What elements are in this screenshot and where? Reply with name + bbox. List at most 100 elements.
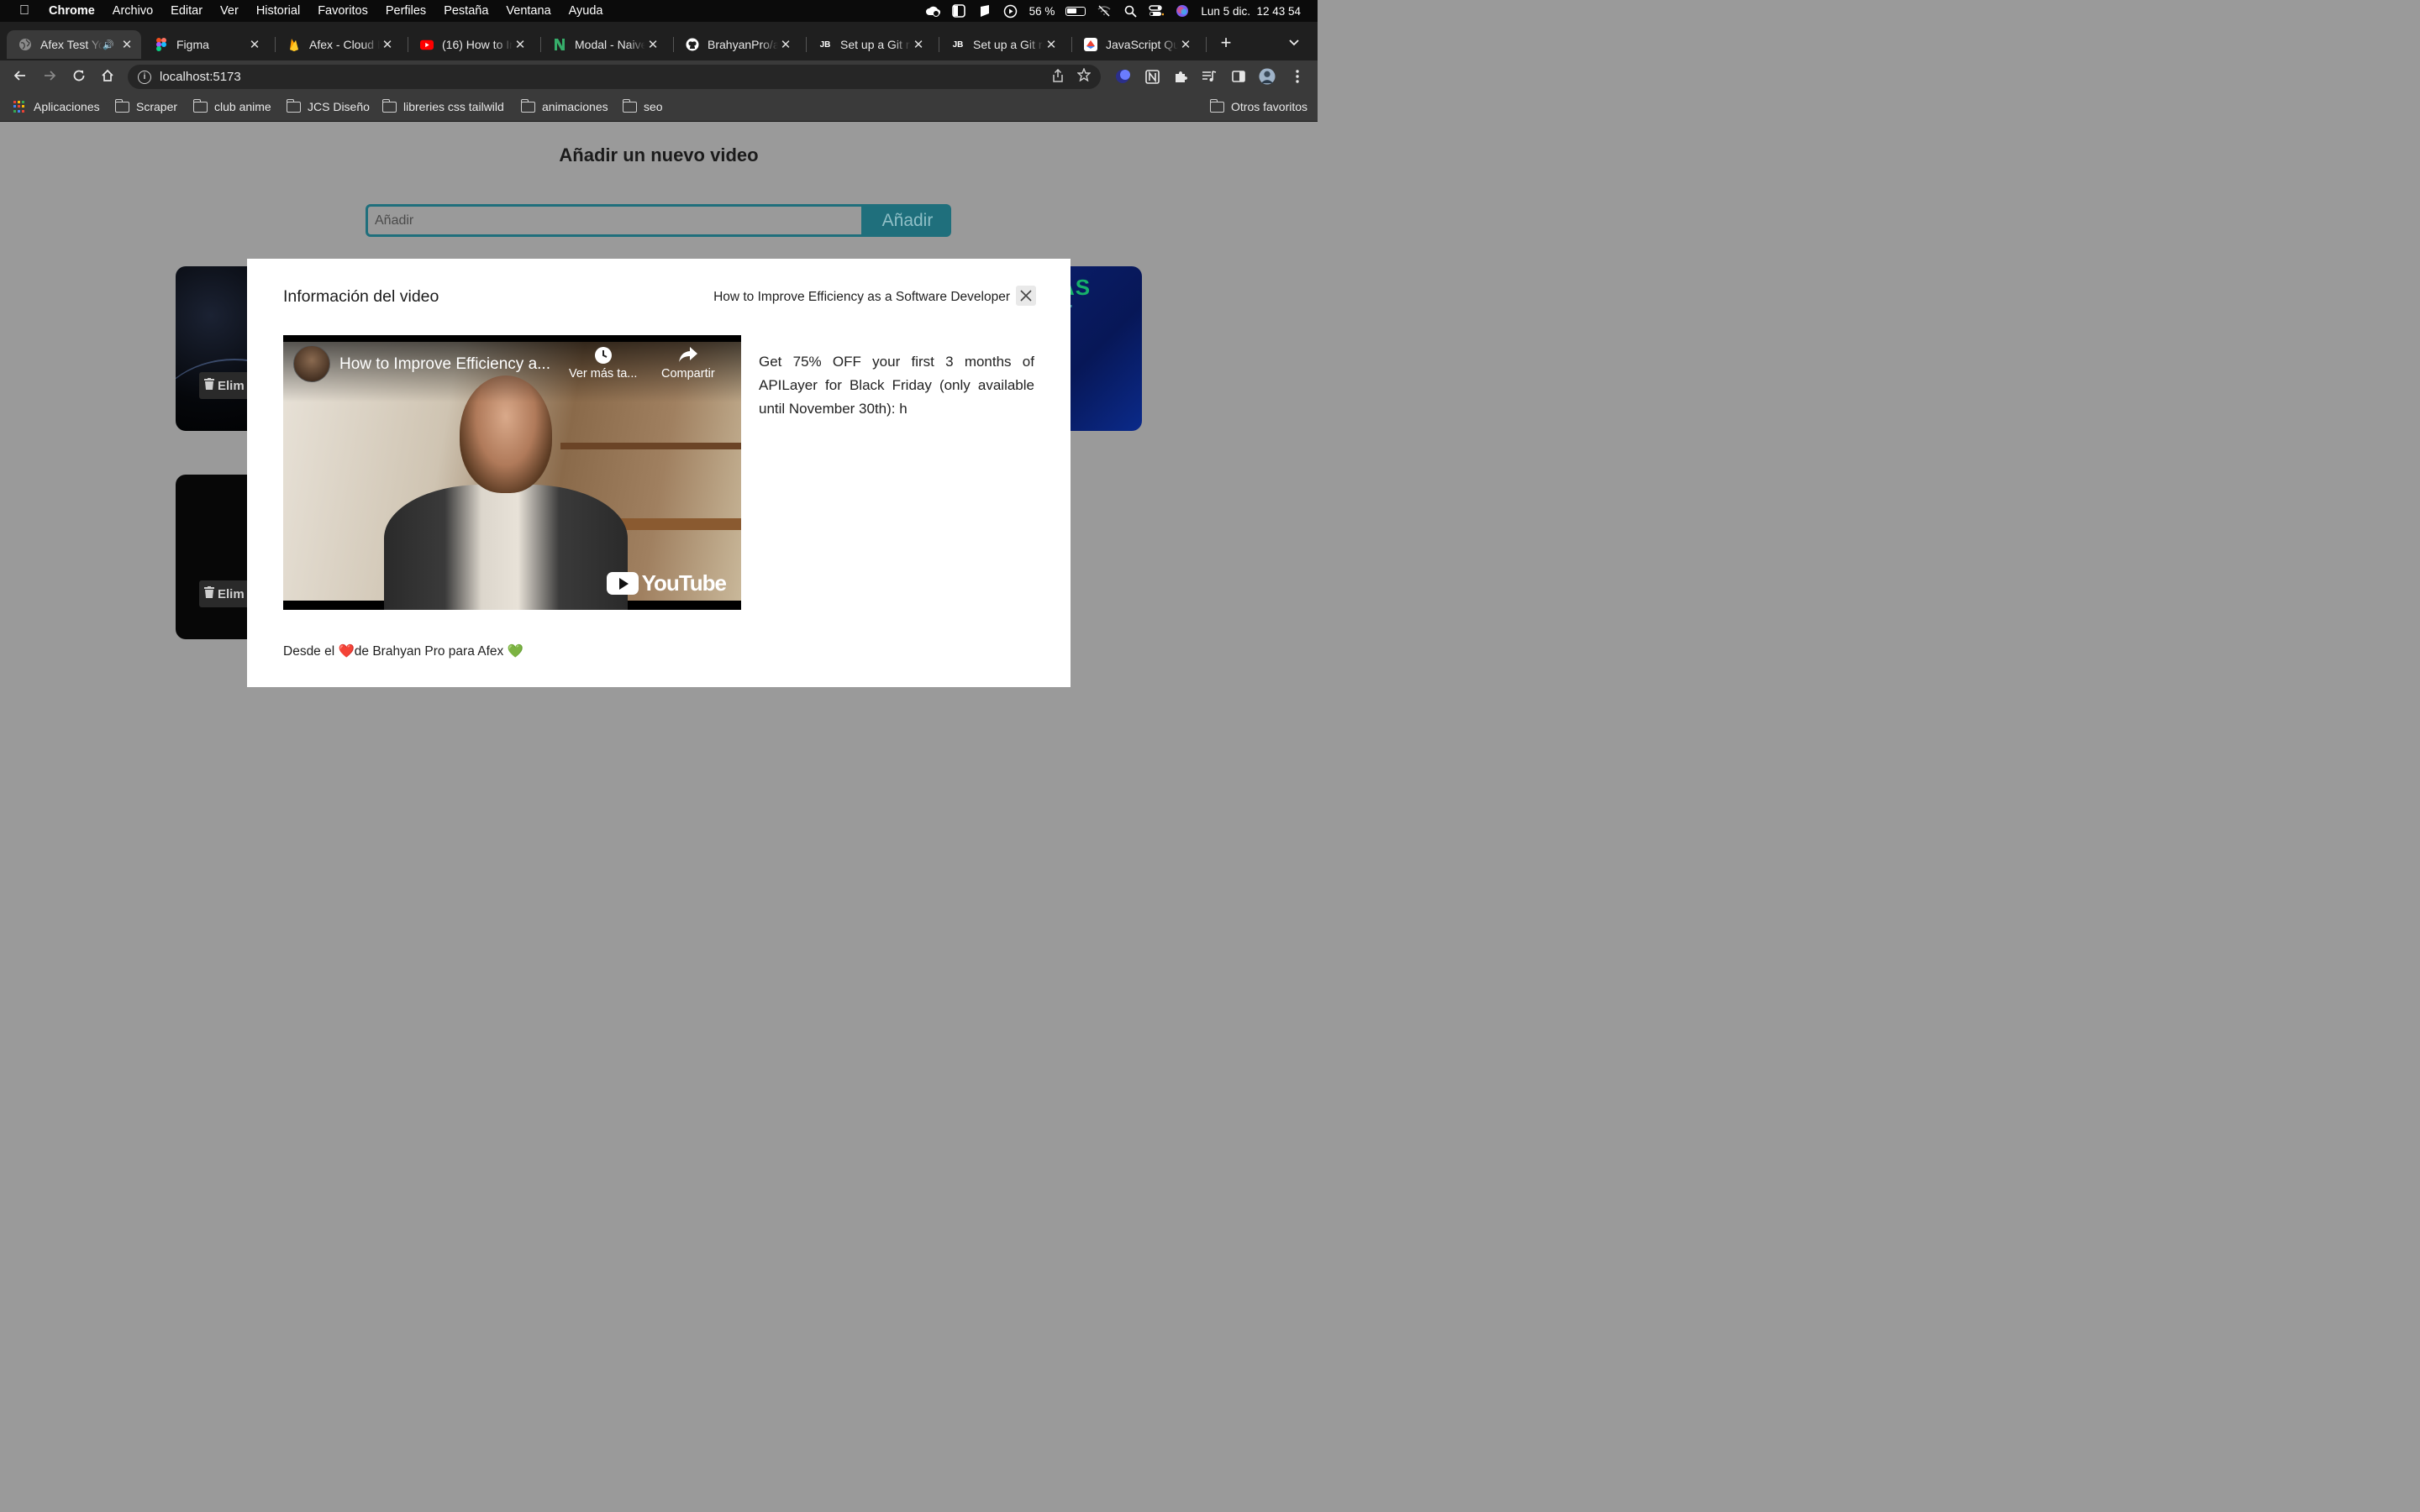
tab-jetbrains-1[interactable]: JB Set up a Git repository ✕: [807, 30, 933, 59]
control-center-icon[interactable]: [1149, 3, 1165, 18]
shield-app-icon[interactable]: [977, 3, 992, 18]
menu-perfiles[interactable]: Perfiles: [386, 4, 426, 18]
delete-label: Elim: [218, 586, 245, 601]
footer-text: de Brahyan Pro para Afex: [354, 644, 508, 659]
share-icon[interactable]: [1052, 68, 1064, 85]
menu-ver[interactable]: Ver: [220, 4, 239, 18]
page-content: Añadir un nuevo video Añadir Elim AS T E…: [0, 123, 1318, 823]
new-tab-plus-icon[interactable]: +: [1217, 34, 1235, 52]
bookmark-apps[interactable]: Aplicaciones: [13, 100, 100, 113]
menu-historial[interactable]: Historial: [256, 4, 300, 18]
menu-app-name[interactable]: Chrome: [49, 4, 95, 18]
apps-grid-icon: [13, 101, 25, 113]
media-queue-icon[interactable]: [1201, 68, 1218, 85]
home-icon[interactable]: [98, 68, 117, 87]
close-tab-icon[interactable]: ✕: [645, 37, 660, 52]
watch-later-button[interactable]: Ver más ta...: [569, 345, 637, 381]
creative-cloud-icon[interactable]: [925, 3, 940, 18]
tab-youtube[interactable]: (16) How to Improve Efficiency ✕: [408, 30, 534, 59]
siri-icon[interactable]: [1175, 3, 1190, 18]
close-tab-icon[interactable]: ✕: [380, 37, 395, 52]
bookmark-label: Scraper: [136, 100, 178, 113]
site-info-icon[interactable]: i: [138, 70, 151, 84]
menu-pestana[interactable]: Pestaña: [444, 4, 488, 18]
speaker-icon[interactable]: 🔊: [103, 39, 114, 50]
close-tab-icon[interactable]: ✕: [911, 37, 926, 52]
tab-afex-test[interactable]: Afex Test Youtube 🔊 ✕: [7, 30, 141, 59]
extensions-puzzle-icon[interactable]: [1172, 68, 1189, 85]
bookmark-folder-animaciones[interactable]: animaciones: [520, 98, 608, 113]
tab-figma[interactable]: Figma ✕: [143, 30, 269, 59]
tab-jetbrains-2[interactable]: JB Set up a Git repository ✕: [939, 30, 1065, 59]
delete-video-button[interactable]: Elim: [199, 372, 250, 399]
share-arrow-icon: [661, 345, 715, 367]
profile-avatar[interactable]: [1259, 68, 1276, 85]
jetbrains-icon: JB: [952, 39, 964, 50]
close-tab-icon[interactable]: ✕: [119, 37, 134, 52]
delete-video-button[interactable]: Elim: [199, 580, 250, 607]
url-text[interactable]: localhost:5173: [160, 70, 241, 84]
play-circle-icon[interactable]: [1003, 3, 1018, 18]
tab-title: BrahyanPro/afex: [708, 38, 778, 51]
modal-close-button[interactable]: [1016, 286, 1036, 306]
tab-title: Modal - Naive UI: [575, 38, 645, 51]
tab-search-chevron-down-icon[interactable]: [1289, 36, 1299, 49]
bookmarks-bar: Aplicaciones Scraper club anime JCS Dise…: [0, 93, 1318, 122]
sidebar-icon[interactable]: [951, 3, 966, 18]
tab-title: (16) How to Improve Efficiency: [442, 38, 513, 51]
bookmark-folder-jcs-diseno[interactable]: JCS Diseño: [286, 98, 370, 113]
share-button[interactable]: Compartir: [661, 345, 715, 381]
bookmark-folder-other[interactable]: Otros favoritos: [1209, 98, 1307, 113]
trash-icon: [204, 378, 214, 393]
address-bar[interactable]: i localhost:5173: [128, 65, 1101, 89]
extension-moon-icon[interactable]: [1114, 68, 1131, 85]
reload-icon[interactable]: [70, 68, 88, 87]
add-video-button[interactable]: Añadir: [864, 204, 951, 237]
close-tab-icon[interactable]: ✕: [778, 37, 793, 52]
modal-footer: Desde el ❤️de Brahyan Pro para Afex 💚: [283, 643, 523, 659]
folder-icon: [1209, 98, 1224, 113]
tab-separator: [1206, 37, 1207, 52]
bookmark-label: club anime: [214, 100, 271, 113]
menu-ventana[interactable]: Ventana: [506, 4, 550, 18]
bookmark-star-icon[interactable]: [1076, 67, 1092, 86]
share-label: Compartir: [661, 367, 715, 381]
back-arrow-icon[interactable]: [11, 68, 29, 87]
bookmark-folder-libreries[interactable]: libreries css tailwild: [381, 98, 504, 113]
menu-favoritos[interactable]: Favoritos: [318, 4, 368, 18]
tab-google-cloud[interactable]: JavaScript Quickstart ✕: [1072, 30, 1200, 59]
close-tab-icon[interactable]: ✕: [247, 37, 262, 52]
apple-icon[interactable]: : [17, 3, 32, 18]
battery-icon[interactable]: [1065, 6, 1086, 16]
player-video-title[interactable]: How to Improve Efficiency a...: [339, 355, 550, 374]
side-panel-icon[interactable]: [1230, 68, 1247, 85]
bookmark-folder-seo[interactable]: seo: [622, 98, 663, 113]
close-tab-icon[interactable]: ✕: [1044, 37, 1059, 52]
wifi-off-icon[interactable]: [1097, 3, 1112, 18]
spotlight-search-icon[interactable]: [1123, 3, 1138, 18]
youtube-logo[interactable]: YouTube: [606, 570, 727, 596]
youtube-embed-player[interactable]: How to Improve Efficiency a... Ver más t…: [283, 335, 741, 610]
menubar-clock[interactable]: Lun 5 dic. 12 43 54: [1201, 5, 1301, 18]
modal-title: Información del video: [283, 287, 439, 306]
figma-icon: [155, 38, 168, 51]
close-tab-icon[interactable]: ✕: [1178, 37, 1193, 52]
folder-icon: [381, 98, 397, 113]
tab-naive-ui[interactable]: Modal - Naive UI ✕: [541, 30, 667, 59]
close-tab-icon[interactable]: ✕: [513, 37, 528, 52]
channel-avatar[interactable]: [293, 345, 330, 382]
notion-icon[interactable]: [1144, 68, 1160, 85]
bookmark-folder-club-anime[interactable]: club anime: [192, 98, 271, 113]
menu-archivo[interactable]: Archivo: [113, 4, 153, 18]
tab-title: Afex - Cloud Firestore: [309, 38, 380, 51]
forward-arrow-icon[interactable]: [40, 68, 59, 87]
youtube-icon: [420, 38, 434, 51]
add-video-input[interactable]: [366, 204, 864, 237]
more-options-icon[interactable]: [1289, 68, 1306, 85]
menu-editar[interactable]: Editar: [171, 4, 203, 18]
tab-firebase[interactable]: Afex - Cloud Firestore ✕: [276, 30, 402, 59]
globe-icon: [18, 38, 32, 51]
bookmark-folder-scraper[interactable]: Scraper: [114, 98, 178, 113]
menu-ayuda[interactable]: Ayuda: [569, 4, 603, 18]
tab-github[interactable]: BrahyanPro/afex ✕: [674, 30, 800, 59]
